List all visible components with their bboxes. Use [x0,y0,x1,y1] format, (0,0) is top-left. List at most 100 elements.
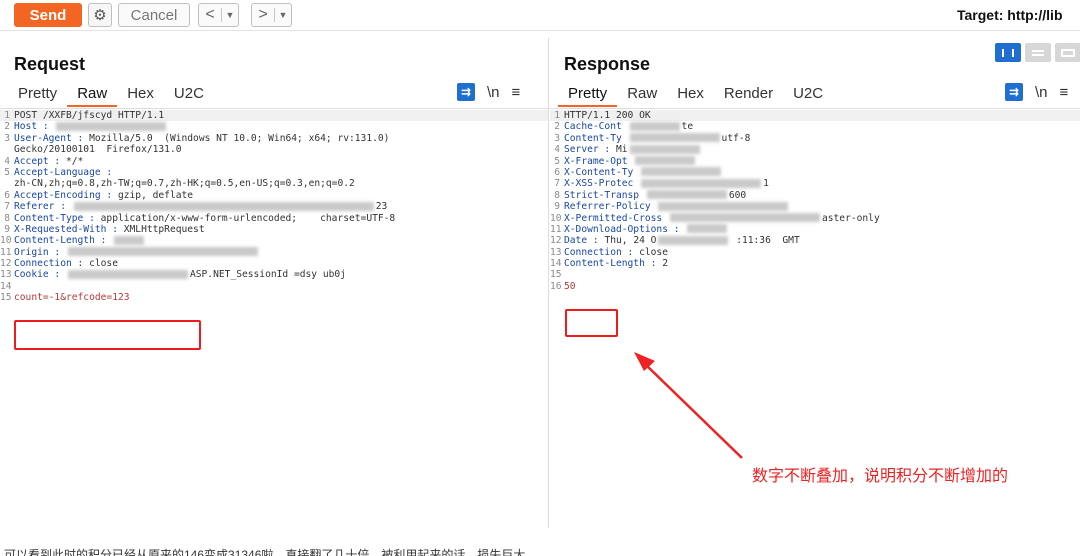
response-editor[interactable]: 1 HTTP/1.1 200 OK 2 Cache-Cont te 3 Content-… [550,110,1080,292]
header-name: Accept-Language : [14,166,118,178]
highlight-box [14,320,201,350]
word-wrap-icon[interactable]: ⇉ [1005,83,1023,101]
code-line: 12 Connection : close [0,258,548,269]
header-name: X-Requested-With : [14,223,124,235]
code-line: 4 Server : Mi [550,144,1080,155]
menu-icon[interactable]: ≡ [512,84,521,101]
code-line: 13 Connection : close [550,247,1080,258]
code-text: Cookie : ASP.NET_SessionId =dsy ub0j [14,269,346,280]
line-number: 11 [0,246,12,258]
header-name: Referrer-Policy [564,201,657,213]
code-line: 10 Content-Length : [0,235,548,246]
code-line: 7 X-XSS-Protec 1 [550,178,1080,189]
code-text: X-Requested-With : XMLHttpRequest [14,224,205,235]
header-name: Accept : [14,155,66,167]
code-text: Gecko/20100101 Firefox/131.0 [14,144,182,155]
redacted-text [56,121,167,131]
line-number: 11 [550,223,562,235]
gear-icon: ⚙ [93,7,107,24]
tab-raw[interactable]: Raw [67,83,118,107]
header-name: Referer : [14,201,72,213]
back-dropdown-icon[interactable]: ▼ [222,10,238,20]
header-name: User-Agent : [14,132,90,144]
header-value: aster-only [821,212,880,224]
header-name: X-Permitted-Cross [564,212,668,224]
code-line: 10 X-Permitted-Cross aster-only [550,213,1080,224]
request-title: Request [14,54,86,74]
back-nav-group: < ▼ [198,3,239,27]
line-number: 9 [4,223,10,235]
settings-button[interactable]: ⚙ [88,3,112,27]
header-name: Origin : [14,246,66,258]
newline-toggle[interactable]: \n [1035,84,1048,101]
line-number: 6 [4,189,10,201]
code-text: Accept : */* [14,156,83,167]
forward-nav-group: > ▼ [251,3,292,27]
tab-hex[interactable]: Hex [667,83,714,107]
line-number: 8 [554,189,560,201]
header-name: Strict-Transp [564,189,645,201]
code-line: 2 Cache-Cont te [550,121,1080,132]
line-number: 2 [4,121,10,133]
code-line: 12 Date : Thu, 24 O :11:36 GMT [550,235,1080,246]
header-name: Content-Type : [14,212,101,224]
tab-pretty[interactable]: Pretty [8,83,67,107]
tab-pretty[interactable]: Pretty [558,83,618,107]
tab-u2c[interactable]: U2C [164,83,214,107]
header-value: 23 [375,201,388,213]
tab-hex[interactable]: Hex [117,83,164,107]
word-wrap-icon[interactable]: ⇉ [457,83,475,101]
header-name: Date : [564,235,605,247]
code-line: 4 Accept : */* [0,156,548,167]
newline-toggle[interactable]: \n [487,84,500,101]
forward-arrow-icon[interactable]: > [252,6,274,24]
code-text: POST /XXFB/jfscyd HTTP/1.1 [14,110,170,121]
code-text: HTTP/1.1 200 OK [564,110,656,121]
redacted-text [687,224,728,234]
line-number: 1 [554,110,560,121]
redacted-text [629,121,680,131]
line-number: 3 [4,132,10,144]
send-button[interactable]: Send [14,3,82,27]
line-number: 14 [0,280,12,292]
request-editor-tools: ⇉ \n ≡ [457,83,520,101]
back-arrow-icon[interactable]: < [199,6,221,24]
code-line: 8 Strict-Transp 600 [550,190,1080,201]
line-number: 10 [550,212,562,224]
code-line: 5 Accept-Language : [0,167,548,178]
header-value: close [89,258,118,270]
redacted-text [641,167,722,177]
line-number: 1 [4,110,10,121]
tab-raw[interactable]: Raw [617,83,667,107]
code-line: 16 50 [550,281,1080,292]
code-line: 14 [0,281,548,292]
code-line: 14 Content-Length : 2 [550,258,1080,269]
menu-icon[interactable]: ≡ [1060,84,1069,101]
cancel-button[interactable]: Cancel [118,3,190,27]
request-editor[interactable]: 1 POST /XXFB/jfscyd HTTP/1.1 2 Host : 3 Use… [0,110,548,304]
line-number: 7 [554,178,560,190]
header-value: Thu, 24 O [604,235,657,247]
forward-dropdown-icon[interactable]: ▼ [275,10,291,20]
code-text: Origin : [14,247,260,258]
redacted-text [658,201,789,211]
redacted-text [646,190,727,200]
redacted-text [629,144,700,154]
redacted-text [629,133,720,143]
target-label[interactable]: Target: http://lib [957,7,1063,23]
code-line: 3 User-Agent : Mozilla/5.0 (Windows NT 10… [0,133,548,144]
code-text: Accept-Encoding : gzip, deflate [14,190,193,201]
code-text: 50 [564,281,576,292]
tab-u2c[interactable]: U2C [783,83,833,107]
code-text: Strict-Transp 600 [564,190,746,201]
header-name: Connection : [564,246,640,258]
header-value: close [639,246,668,258]
tab-render[interactable]: Render [714,83,783,107]
code-text: Referrer-Policy [564,201,790,212]
header-name: Server : [564,144,616,156]
code-text: Content-Length : 2 [564,258,668,269]
header-name: X-Download-Options : [564,223,686,235]
code-text: Accept-Language : [14,167,118,178]
code-line: 1 HTTP/1.1 200 OK [550,110,1080,122]
header-value: Mozilla/5.0 (Windows NT 10.0; Win64; x64… [89,132,390,144]
